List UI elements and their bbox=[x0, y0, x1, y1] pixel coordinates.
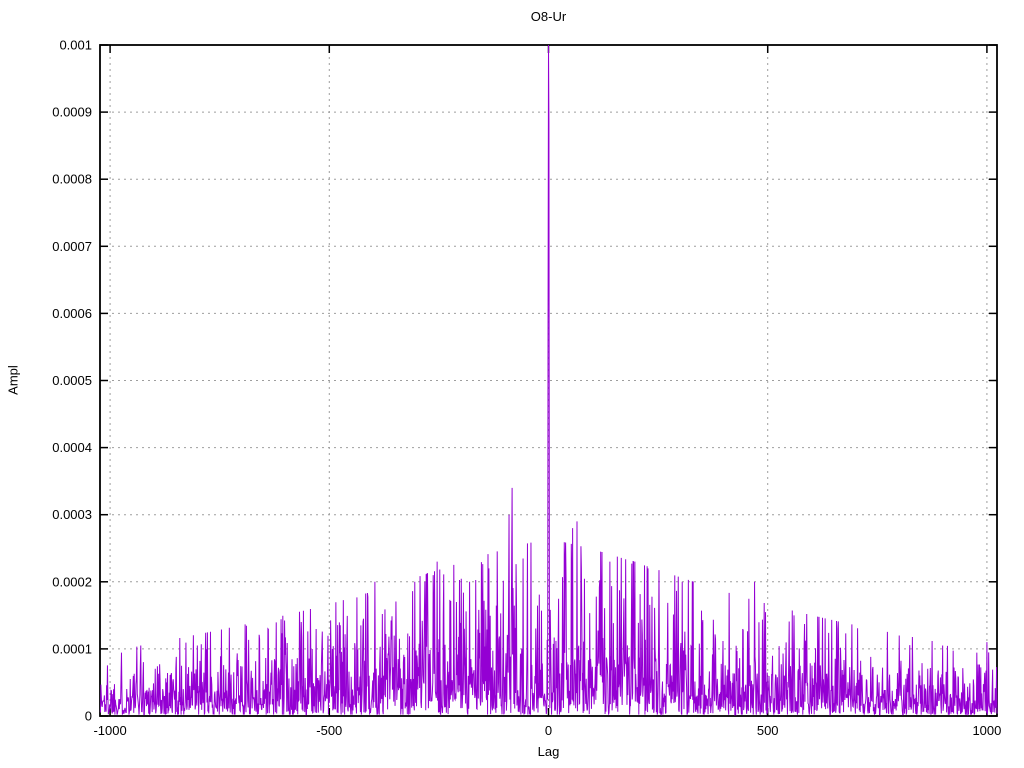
x-axis-label: Lag bbox=[537, 744, 560, 759]
x-tick-label: -1000 bbox=[93, 723, 126, 738]
y-tick-label: 0.0006 bbox=[52, 306, 92, 321]
y-tick-label: 0.0008 bbox=[52, 172, 92, 187]
x-tick-label: 1000 bbox=[972, 723, 1001, 738]
y-tick-label: 0.0007 bbox=[52, 239, 92, 254]
y-tick-label: 0.0003 bbox=[52, 507, 92, 522]
x-tick-label: 500 bbox=[757, 723, 779, 738]
x-tick-label: -500 bbox=[316, 723, 342, 738]
data-series-line bbox=[99, 44, 998, 717]
y-tick-label: 0.0004 bbox=[52, 440, 92, 455]
y-tick-label: 0.0002 bbox=[52, 574, 92, 589]
y-tick-label: 0.001 bbox=[59, 38, 92, 53]
y-tick-label: 0.0005 bbox=[52, 373, 92, 388]
y-tick-label: 0 bbox=[85, 709, 92, 724]
y-tick-label: 0.0001 bbox=[52, 641, 92, 656]
plot-area: 0 0.0001 0.0002 0.0003 0.0004 0.0005 0.0006 0.0… bbox=[52, 38, 1001, 739]
x-tick-label: 0 bbox=[545, 723, 552, 738]
y-tick-label: 0.0009 bbox=[52, 105, 92, 120]
chart-figure: O8-Ur Ampl 0 0.0001 0.0002 0.0003 0.0004 0.00… bbox=[0, 0, 1024, 768]
